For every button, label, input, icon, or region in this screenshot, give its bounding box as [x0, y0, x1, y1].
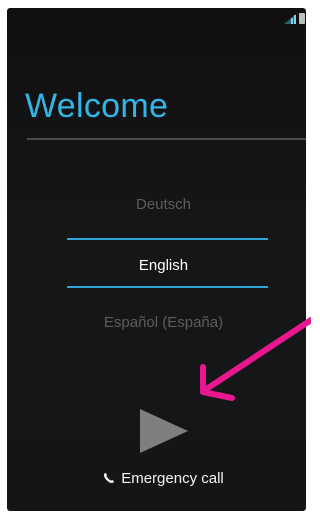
phone-icon: [104, 472, 115, 484]
language-option-english-selected[interactable]: English: [7, 257, 306, 274]
emergency-call-label: Emergency call: [121, 470, 224, 487]
signal-icon: [284, 14, 296, 24]
title-divider: [27, 138, 306, 140]
play-triangle-icon[interactable]: [138, 407, 190, 455]
page-title: Welcome: [25, 87, 169, 125]
language-option-deutsch[interactable]: Deutsch: [7, 196, 306, 213]
emergency-call-button[interactable]: Emergency call: [7, 470, 306, 487]
status-bar: [7, 8, 306, 26]
language-option-espanol[interactable]: Español (España): [7, 314, 306, 331]
phone-screen: Welcome Deutsch English Español (España)…: [7, 8, 306, 511]
selection-line-bottom: [67, 286, 268, 288]
battery-icon: [299, 13, 305, 24]
selection-line-top: [67, 238, 268, 240]
